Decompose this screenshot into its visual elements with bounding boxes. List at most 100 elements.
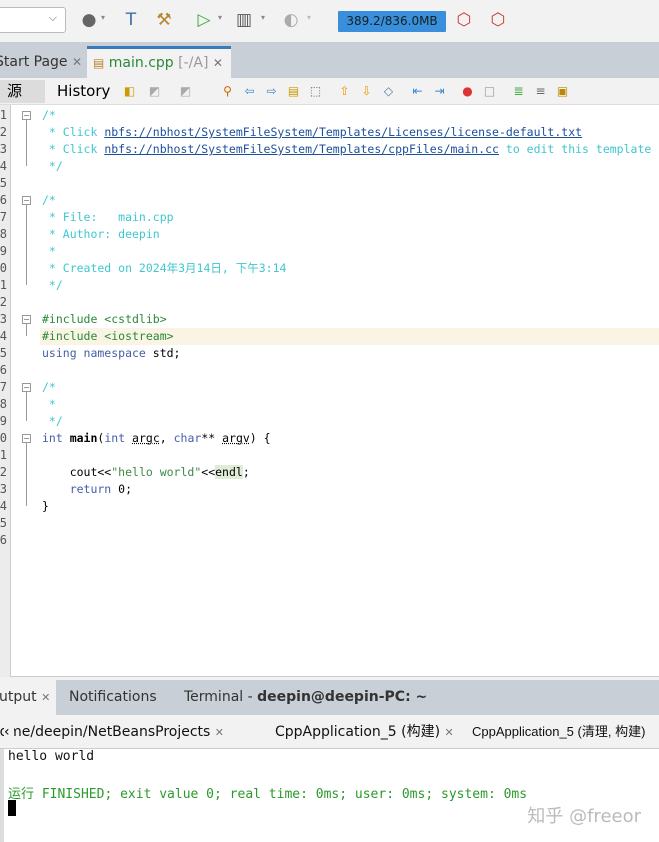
- prev-bookmark-icon[interactable]: ◩: [147, 84, 162, 99]
- line-number: 24: [0, 499, 7, 513]
- code-token: endl: [215, 465, 243, 479]
- code-token: ,: [159, 431, 174, 445]
- profile-icon[interactable]: ◐: [280, 9, 302, 31]
- code-token: /*: [42, 380, 56, 394]
- line-number: 4: [0, 159, 7, 173]
- code-token: int: [42, 431, 70, 445]
- stop-macro-icon[interactable]: □: [482, 84, 497, 99]
- template-link[interactable]: nbfs://nbhost/SystemFileSystem/Templates…: [104, 125, 582, 139]
- line-number: 25: [0, 516, 7, 530]
- shift-right-icon[interactable]: ⇥: [432, 84, 447, 99]
- code-line: * File: main.cpp: [42, 209, 174, 226]
- code-token: int: [104, 431, 133, 445]
- dropdown-arrow-icon[interactable]: ▾: [101, 13, 105, 22]
- close-icon[interactable]: ✕: [41, 691, 50, 704]
- code-token: * Click: [42, 142, 105, 156]
- configuration-select[interactable]: ⌵: [0, 7, 66, 33]
- tab-main-cpp[interactable]: ▤ main.cpp [-/A] ✕: [87, 46, 231, 78]
- shift-left-icon[interactable]: ⇤: [410, 84, 425, 99]
- line-number: 9: [0, 244, 7, 258]
- fold-toggle-icon[interactable]: −: [22, 196, 31, 205]
- fold-toggle-icon[interactable]: −: [22, 434, 31, 443]
- gc-icon-1[interactable]: ⬡: [453, 9, 475, 31]
- output-tab-2[interactable]: CppApplication_5 (构建) ✕: [275, 715, 454, 750]
- diff-icon[interactable]: ◇: [381, 84, 396, 99]
- globe-icon[interactable]: ●: [78, 9, 100, 31]
- output-tab-1[interactable]: /home/deepin/NetBeansProjects ✕: [0, 715, 224, 750]
- toggle-highlight-icon[interactable]: ▤: [286, 84, 301, 99]
- code-token: cout<<: [42, 465, 112, 479]
- memory-indicator[interactable]: 389.2/836.0MB: [338, 11, 446, 32]
- line-number: 21: [0, 448, 7, 462]
- code-line: }: [42, 498, 49, 515]
- find-icon[interactable]: ⚲: [220, 84, 235, 99]
- code-token: argc: [132, 431, 160, 445]
- tab-terminal[interactable]: Terminal - deepin@deepin-PC: ~: [184, 680, 427, 715]
- fold-toggle-icon[interactable]: −: [22, 315, 31, 324]
- header-switch-icon[interactable]: ▣: [555, 84, 570, 99]
- tab-output[interactable]: Output ✕: [0, 680, 56, 715]
- code-token: return: [42, 482, 119, 496]
- code-editor[interactable]: 1234567891011121314151617181920212223242…: [0, 105, 659, 677]
- code-token: *: [42, 397, 56, 411]
- main-toolbar: ⌵ ● ▾ T ⚒ ▷ ▾ ▥ ▾ ◐ ▾ 389.2/836.0MB ⬡ ⬡: [0, 0, 659, 42]
- template-link[interactable]: nbfs://nbhost/SystemFileSystem/Templates…: [104, 142, 499, 156]
- code-token: 0;: [118, 482, 133, 496]
- gc-icon-2[interactable]: ⬡: [487, 9, 509, 31]
- code-token: using namespace: [42, 346, 153, 360]
- dropdown-arrow-icon[interactable]: ▾: [307, 13, 311, 22]
- code-token: */: [42, 278, 63, 292]
- code-token: *: [42, 244, 56, 258]
- code-line: */: [42, 158, 63, 175]
- code-token: std;: [152, 346, 181, 360]
- scroll-left-icon[interactable]: ‹: [4, 724, 14, 740]
- find-next-icon[interactable]: ⇨: [264, 84, 279, 99]
- close-icon[interactable]: ✕: [445, 726, 454, 739]
- dropdown-arrow-icon[interactable]: ▾: [261, 13, 265, 22]
- code-line: */: [42, 277, 63, 294]
- close-icon[interactable]: ✕: [213, 56, 223, 70]
- rect-select-icon[interactable]: ⬚: [308, 84, 323, 99]
- close-icon[interactable]: ✕: [215, 726, 224, 739]
- dropdown-arrow-icon[interactable]: ▾: [218, 13, 222, 22]
- line-number: 20: [0, 431, 7, 445]
- tab-notifications[interactable]: Notifications: [69, 680, 157, 715]
- comment-icon[interactable]: ≣: [511, 84, 526, 99]
- cpp-file-icon: ▤: [93, 56, 105, 70]
- fold-guide: [26, 392, 27, 421]
- code-line: /*: [42, 107, 56, 124]
- code-line: * Click nbfs://nbhost/SystemFileSystem/T…: [42, 124, 582, 141]
- record-macro-icon[interactable]: ●: [460, 84, 475, 99]
- fold-toggle-icon[interactable]: −: [22, 383, 31, 392]
- code-token: */: [42, 414, 63, 428]
- line-number: 13: [0, 312, 7, 326]
- clean-build-icon[interactable]: ⚒: [153, 9, 175, 31]
- line-number: 10: [0, 261, 7, 275]
- output-line: hello world: [8, 749, 95, 764]
- line-number: 22: [0, 465, 7, 479]
- output-tab-3[interactable]: CppApplication_5 (清理, 构建): [472, 715, 645, 749]
- output-console[interactable]: hello world 运行 FINISHED; exit value 0; r…: [0, 749, 659, 842]
- code-token: /*: [42, 108, 56, 122]
- run-icon[interactable]: ▷: [193, 9, 215, 31]
- line-number: 3: [0, 142, 7, 156]
- uncomment-icon[interactable]: ≡: [533, 84, 548, 99]
- prev-change-icon[interactable]: ⇧: [337, 84, 352, 99]
- code-token: ;: [242, 465, 250, 479]
- tab-start-page[interactable]: Start Page ✕: [0, 46, 88, 78]
- next-bookmark-icon[interactable]: ◩: [178, 84, 193, 99]
- code-line: cout<<"hello world"<<endl;: [42, 464, 250, 481]
- find-prev-icon[interactable]: ⇦: [242, 84, 257, 99]
- hammer-icon[interactable]: T: [120, 9, 142, 31]
- debug-icon[interactable]: ▥: [233, 9, 255, 31]
- fold-toggle-icon[interactable]: −: [22, 111, 31, 120]
- next-change-icon[interactable]: ⇩: [359, 84, 374, 99]
- line-number: 5: [0, 176, 7, 190]
- history-button[interactable]: History: [57, 80, 110, 103]
- code-line: *: [42, 243, 56, 260]
- close-icon[interactable]: ✕: [72, 55, 82, 69]
- source-button[interactable]: 源: [0, 80, 45, 103]
- toggle-bookmark-icon[interactable]: ◧: [122, 84, 137, 99]
- code-token: argv: [222, 431, 250, 445]
- code-token: "hello world": [111, 465, 202, 479]
